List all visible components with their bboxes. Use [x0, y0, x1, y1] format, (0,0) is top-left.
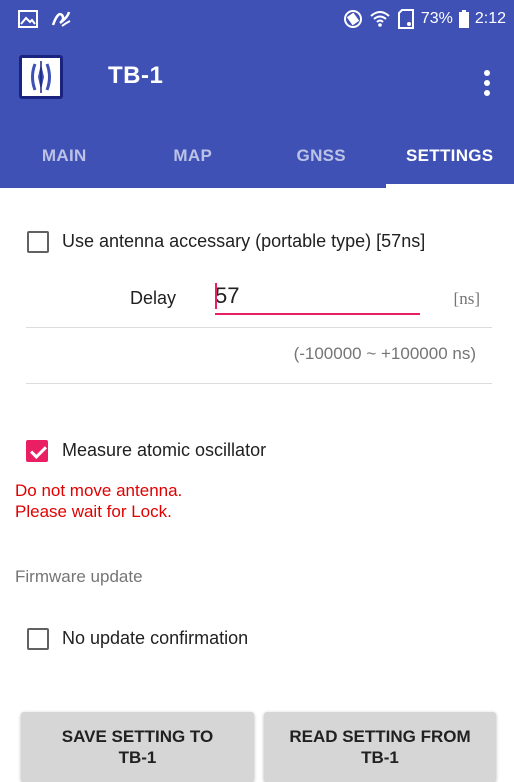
warning-line-1: Do not move antenna. [15, 480, 182, 501]
delay-range: (-100000 ~ +100000 ns) [294, 344, 476, 364]
atomic-oscillator-label: Measure atomic oscillator [62, 440, 266, 461]
atomic-oscillator-checkbox[interactable] [26, 440, 48, 462]
tab-map[interactable]: MAP [129, 130, 258, 188]
divider [26, 327, 492, 328]
tab-bar: MAIN MAP GNSS SETTINGS [0, 130, 514, 188]
antenna-accessory-checkbox[interactable] [27, 231, 49, 253]
save-button-line-1: SAVE SETTING TO [62, 726, 213, 747]
warning-line-2: Please wait for Lock. [15, 501, 182, 522]
divider [26, 383, 492, 384]
read-setting-button[interactable]: READ SETTING FROMTB-1 [264, 712, 496, 782]
no-update-confirmation-checkbox[interactable] [27, 628, 49, 650]
no-update-confirmation-label: No update confirmation [62, 628, 248, 649]
read-button-line-2: TB-1 [289, 747, 470, 768]
delay-input[interactable] [215, 279, 420, 315]
more-vert-icon[interactable] [482, 70, 492, 98]
save-setting-button[interactable]: SAVE SETTING TOTB-1 [21, 712, 254, 782]
status-bar: 73% 2:12 [0, 0, 514, 38]
app-bar: TB-1 [0, 38, 514, 130]
delay-label: Delay [130, 288, 176, 309]
notification-icon [50, 9, 72, 29]
sd-card-icon [397, 9, 415, 29]
battery-percent: 73% [421, 10, 453, 28]
app-title: TB-1 [108, 62, 163, 90]
rotate-icon [343, 9, 363, 29]
delay-unit: [ns] [454, 289, 480, 309]
tab-main[interactable]: MAIN [0, 130, 129, 188]
clock: 2:12 [475, 10, 506, 28]
battery-icon [459, 10, 469, 28]
antenna-accessory-label: Use antenna accessary (portable type) [5… [62, 231, 425, 252]
tb-logo-icon [19, 55, 63, 99]
save-button-line-2: TB-1 [62, 747, 213, 768]
tab-settings[interactable]: SETTINGS [386, 130, 514, 188]
lock-warning: Do not move antenna. Please wait for Loc… [15, 480, 182, 522]
image-icon [18, 10, 38, 28]
tab-gnss[interactable]: GNSS [257, 130, 386, 188]
text-cursor [215, 283, 217, 309]
firmware-section-title: Firmware update [15, 567, 143, 587]
read-button-line-1: READ SETTING FROM [289, 726, 470, 747]
wifi-icon [369, 9, 391, 29]
